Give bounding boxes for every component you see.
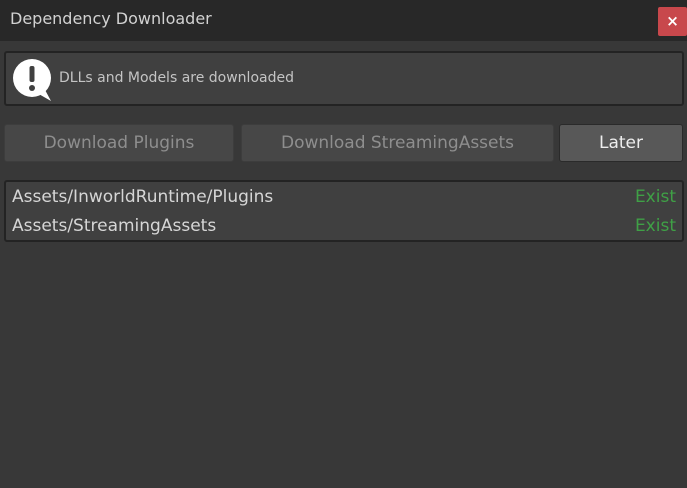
path-row-streaming-assets: Assets/StreamingAssets Exist bbox=[12, 214, 676, 238]
help-box: DLLs and Models are downloaded bbox=[4, 51, 684, 106]
later-button[interactable]: Later bbox=[559, 124, 683, 162]
close-button[interactable]: × bbox=[658, 7, 687, 36]
path-status: Exist bbox=[634, 216, 676, 236]
path-status: Exist bbox=[634, 187, 676, 207]
path-label: Assets/InworldRuntime/Plugins bbox=[12, 187, 274, 207]
download-plugins-button[interactable]: Download Plugins bbox=[4, 124, 234, 162]
path-label: Assets/StreamingAssets bbox=[12, 216, 217, 236]
title-bar: Dependency Downloader × bbox=[0, 0, 687, 41]
close-icon: × bbox=[666, 12, 679, 30]
info-bubble-icon bbox=[13, 59, 51, 101]
help-message: DLLs and Models are downloaded bbox=[59, 70, 294, 86]
dependency-downloader-window: Dependency Downloader × DLLs and Models … bbox=[0, 0, 687, 488]
dependency-path-list: Assets/InworldRuntime/Plugins Exist Asse… bbox=[4, 180, 684, 242]
window-title: Dependency Downloader bbox=[10, 9, 212, 28]
download-streaming-assets-button[interactable]: Download StreamingAssets bbox=[241, 124, 554, 162]
path-row-plugins: Assets/InworldRuntime/Plugins Exist bbox=[12, 185, 676, 209]
